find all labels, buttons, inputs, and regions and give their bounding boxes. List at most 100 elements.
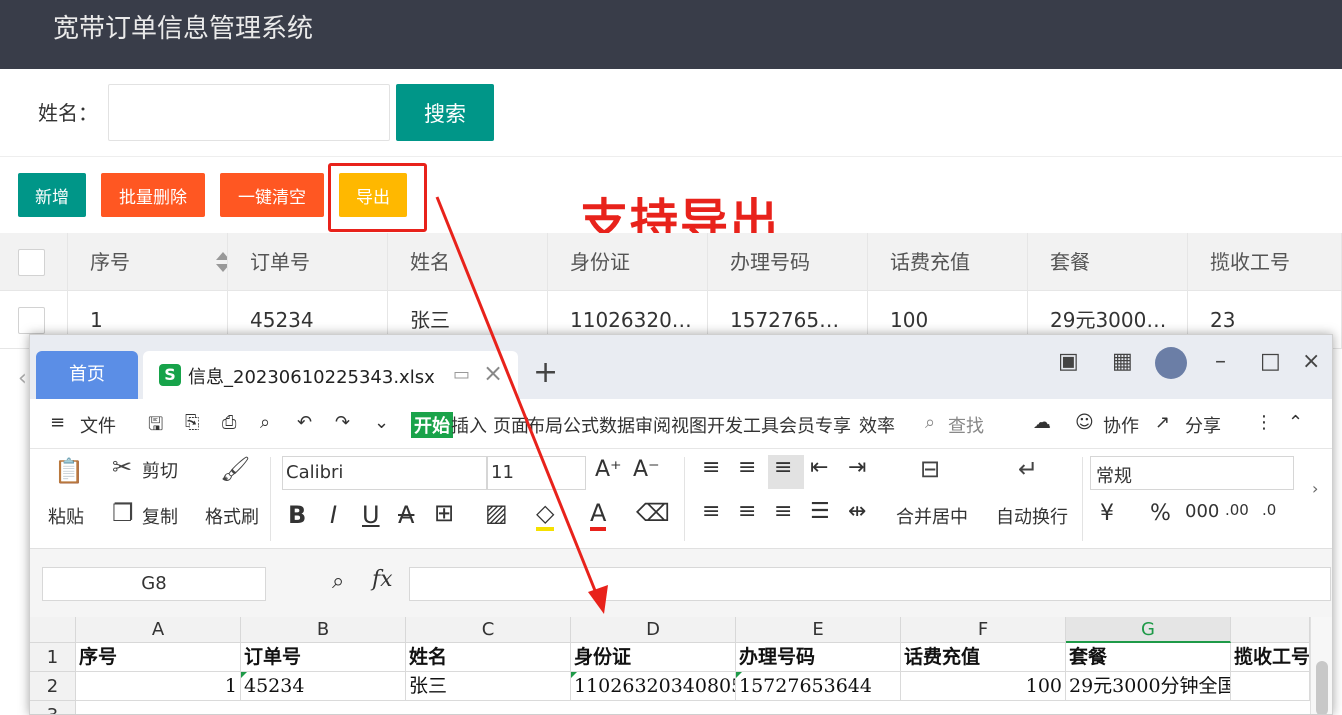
zoom-icon[interactable]: ⌕ [332,569,344,594]
menu-file[interactable]: 文件 [80,412,116,438]
sheet-cell[interactable]: 办理号码 [736,643,901,672]
sheet-cell[interactable]: 揽收工号 [1231,643,1310,672]
cut-button[interactable]: 剪切 [142,457,178,483]
font-family-select[interactable]: Calibri [282,456,487,490]
menu-tab-layout[interactable]: 布局 [527,412,563,438]
sheet-cell[interactable]: 话费充值 [901,643,1066,672]
sheet-cell[interactable]: 姓名 [406,643,571,672]
wrap-text-button[interactable]: 自动换行 [996,503,1068,529]
sort-icon[interactable] [216,252,227,272]
batch-delete-button[interactable]: 批量删除 [101,173,205,217]
sheet-cell[interactable]: 45234 [241,672,406,701]
font-color-icon[interactable]: A [590,499,607,531]
new-tab-icon[interactable]: + [533,355,558,390]
menu-tab-insert[interactable]: 插入 [451,412,487,438]
pager-prev-icon[interactable]: ‹ [18,366,27,391]
name-search-input[interactable] [108,84,390,141]
border-icon[interactable]: ⊞ [434,499,454,527]
collapse-ribbon-icon[interactable]: ⌃ [1288,412,1303,433]
row-header-3[interactable]: 3 [30,701,76,714]
col-header-F[interactable]: F [901,617,1066,643]
sheet-cell[interactable]: 张三 [406,672,571,701]
menu-collab[interactable]: 协作 [1103,412,1139,438]
sheet-cell[interactable]: 套餐 [1066,643,1231,672]
col-header-B[interactable]: B [241,617,406,643]
formula-input[interactable] [409,567,1331,601]
strikethrough-icon[interactable]: A [398,501,414,529]
bold-icon[interactable]: B [288,501,306,529]
thousands-icon[interactable]: 000 [1185,501,1219,522]
menu-search[interactable]: 查找 [948,412,984,438]
align-middle-icon[interactable]: ≡ [738,455,756,480]
undo-icon[interactable]: ↶ [297,412,312,433]
quick-access-dropdown-icon[interactable]: ⌄ [374,412,389,433]
align-left-icon[interactable]: ≡ [702,499,720,524]
cell-style-icon[interactable]: ▨ [485,499,508,527]
row-header-2[interactable]: 2 [30,672,76,701]
cloud-icon[interactable]: ☁ [1033,412,1051,433]
number-format-select[interactable]: 常规 [1090,456,1294,490]
scrollbar-thumb[interactable] [1316,661,1328,714]
col-header-index[interactable]: 序号 [68,233,228,291]
clear-all-button[interactable]: 一键清空 [220,173,324,217]
menu-tab-developer[interactable]: 开发工具 [707,412,779,438]
col-header-C[interactable]: C [406,617,571,643]
sheet-cell[interactable]: 100 [901,672,1066,701]
redo-icon[interactable]: ↷ [335,412,350,433]
outdent-icon[interactable]: ⇤ [810,455,828,480]
align-center-icon[interactable]: ≡ [738,499,756,524]
paste-icon[interactable]: 📋 [54,457,84,485]
sheet-cell[interactable]: 110263203408056 [571,672,736,701]
col-header-D[interactable]: D [571,617,736,643]
close-window-icon[interactable]: × [1302,349,1320,374]
format-painter-icon[interactable]: 🖌 [220,455,250,483]
wrap-text-icon[interactable]: ↵ [1018,455,1038,483]
paste-button[interactable]: 粘贴 [48,503,84,529]
apps-grid-icon[interactable]: ▦ [1112,349,1133,374]
increase-decimal-icon[interactable]: .00 [1225,501,1249,519]
maximize-icon[interactable]: □ [1260,349,1281,374]
align-bottom-icon[interactable]: ≡ [774,455,792,480]
print-icon[interactable]: ⎙ [222,412,236,433]
cut-icon[interactable]: ✂ [112,453,132,481]
menu-tab-page[interactable]: 页面 [493,412,529,438]
sheet-cell[interactable]: 订单号 [241,643,406,672]
search-button[interactable]: 搜索 [396,84,494,141]
align-top-icon[interactable]: ≡ [702,455,720,480]
italic-icon[interactable]: I [330,501,337,529]
sheet-cell[interactable]: 15727653644 [736,672,901,701]
more-icon[interactable]: ⋮ [1255,412,1273,433]
menu-tab-member[interactable]: 会员专享 [779,412,851,438]
sheet-cell[interactable]: 29元3000分钟全国 [1066,672,1231,701]
col-header-H[interactable] [1231,617,1310,643]
col-header-G[interactable]: G [1066,617,1231,643]
underline-icon[interactable]: U [362,501,380,529]
tab-file[interactable]: S 信息_20230610225343.xlsx ▭ × [143,351,518,399]
menu-tab-home[interactable]: 开始 [411,412,453,438]
sheet-cell[interactable]: 序号 [76,643,241,672]
justify-icon[interactable]: ☰ [810,499,830,524]
percent-icon[interactable]: % [1150,501,1171,526]
currency-icon[interactable]: ¥ [1100,501,1114,526]
export-pdf-icon[interactable]: ⎘ [185,412,199,433]
sheet-cell[interactable]: 身份证 [571,643,736,672]
sheet-cell[interactable]: 1 [76,672,241,701]
preview-icon[interactable]: ⌕ [260,412,270,433]
save-icon[interactable]: 🖫 [148,412,163,442]
sheet-cell[interactable] [1231,672,1310,701]
layout-icon[interactable]: ▣ [1058,349,1079,374]
fill-color-icon[interactable]: ◇ [536,499,555,531]
menu-tab-review[interactable]: 审阅 [635,412,671,438]
decrease-decimal-icon[interactable]: .0 [1262,501,1276,519]
clear-format-icon[interactable]: ⌫ [636,499,670,527]
merge-center-icon[interactable]: ⊟ [920,455,940,483]
distributed-icon[interactable]: ⇹ [848,499,866,524]
share-icon[interactable]: ↗ [1155,412,1170,433]
menu-share[interactable]: 分享 [1185,412,1221,438]
col-header-E[interactable]: E [736,617,901,643]
minimize-icon[interactable]: – [1215,349,1226,374]
fx-icon[interactable]: fx [372,567,393,592]
row-header-1[interactable]: 1 [30,643,76,672]
collab-icon[interactable]: ☺ [1075,412,1094,433]
font-size-select[interactable]: 11 [487,456,586,490]
